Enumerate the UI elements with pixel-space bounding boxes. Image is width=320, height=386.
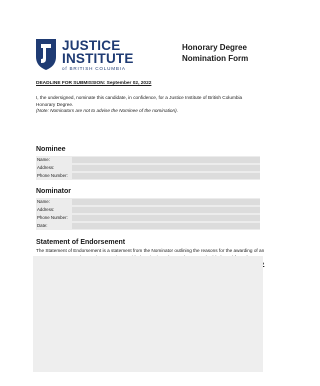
field-label: Phone Number: <box>37 215 68 220</box>
nominator-phone-input[interactable] <box>72 214 260 221</box>
shield-crest-icon <box>36 39 56 70</box>
nominee-heading: Nominee <box>36 146 66 153</box>
intro-line1: I, the undersigned, nominate this candid… <box>36 95 243 100</box>
nominee-phone-field[interactable]: Phone Number: <box>36 172 260 181</box>
nominator-date-field[interactable]: Date: <box>36 222 260 231</box>
logo-text-line2: INSTITUTE <box>62 51 134 66</box>
intro-paragraph: I, the undersigned, nominate this candid… <box>36 95 268 115</box>
form-title-line2: Nomination Form <box>182 54 249 63</box>
nominee-address-input[interactable] <box>72 164 260 171</box>
field-label: Phone Number: <box>37 173 68 178</box>
nominator-name-input[interactable] <box>72 198 260 205</box>
field-label: Address: <box>37 207 55 212</box>
logo-text-line3: of BRITISH COLUMBIA <box>62 66 126 71</box>
field-label: Name: <box>37 199 50 204</box>
statement-heading: Statement of Endorsement <box>36 239 126 246</box>
form-title: Honorary Degree Nomination Form <box>182 42 282 64</box>
intro-line2: Honorary Degree. <box>36 101 74 107</box>
field-label: Name: <box>37 157 50 162</box>
field-label: Date: <box>37 223 48 228</box>
form-title-line1: Honorary Degree <box>182 43 247 52</box>
statement-textarea[interactable] <box>33 256 263 372</box>
field-label: Address: <box>37 165 55 170</box>
nominee-name-input[interactable] <box>72 156 260 163</box>
logo: JUSTICE INSTITUTE of BRITISH COLUMBIA <box>34 37 154 77</box>
nominator-date-input[interactable] <box>72 222 260 229</box>
nominator-address-input[interactable] <box>72 206 260 213</box>
nominator-heading: Nominator <box>36 188 71 195</box>
intro-note: (Note: Nominators are not to advise the … <box>36 108 179 114</box>
nominee-phone-input[interactable] <box>72 172 260 179</box>
deadline-text: DEADLINE FOR SUBMISSION: September 02, 2… <box>36 81 152 86</box>
